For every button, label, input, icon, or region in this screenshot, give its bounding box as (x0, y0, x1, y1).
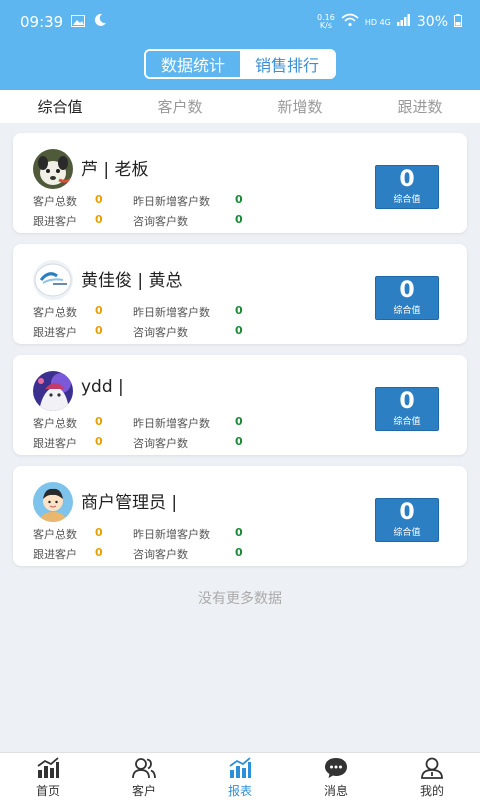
ranking-card[interactable]: 黄佳俊 | 黄总 客户总数 0 昨日新增客户数 0 跟进客户 0 咨询客户数 0… (13, 244, 467, 344)
member-name: ydd | (81, 377, 124, 397)
new-yesterday-value: 0 (235, 526, 243, 539)
status-time: 09:39 (20, 13, 64, 31)
sort-tab-follow-up[interactable]: 跟进数 (360, 90, 480, 123)
tab-sales-ranking[interactable]: 销售排行 (240, 51, 334, 77)
follow-up-value: 0 (95, 435, 103, 448)
sort-tab-customers[interactable]: 客户数 (120, 90, 240, 123)
nav-messages[interactable]: 消息 (288, 753, 384, 800)
ranking-card[interactable]: ydd | 客户总数 0 昨日新增客户数 0 跟进客户 0 咨询客户数 0 0 … (13, 355, 467, 455)
member-name: 芦 | 老板 (81, 160, 149, 180)
customers-icon (132, 757, 156, 778)
sort-tab-composite[interactable]: 综合值 (0, 90, 120, 123)
network-speed: 0.16 K/s (317, 13, 335, 30)
bar-chart-icon (37, 756, 59, 778)
nav-profile[interactable]: 我的 (384, 753, 480, 800)
follow-up-value: 0 (95, 546, 103, 559)
total-customers-value: 0 (95, 193, 103, 206)
new-yesterday-value: 0 (235, 415, 243, 428)
inquiry-value: 0 (235, 546, 243, 559)
member-name: 商户管理员 | (81, 493, 178, 513)
composite-score-badge: 0 综合值 (375, 387, 439, 431)
follow-up-value: 0 (95, 213, 103, 226)
logo-avatar (33, 260, 73, 300)
inquiry-value: 0 (235, 324, 243, 337)
inquiry-value: 0 (235, 213, 243, 226)
tab-data-statistics[interactable]: 数据统计 (146, 51, 240, 77)
header-segmented-control: 数据统计 销售排行 (144, 49, 336, 79)
inquiry-value: 0 (235, 435, 243, 448)
message-icon (325, 757, 347, 778)
sort-tab-new[interactable]: 新增数 (240, 90, 360, 123)
no-more-data-text: 没有更多数据 (198, 591, 282, 607)
nav-customers[interactable]: 客户 (96, 753, 192, 800)
follow-up-value: 0 (95, 324, 103, 337)
member-name: 黄佳俊 | 黄总 (81, 271, 183, 291)
ranking-list: 芦 | 老板 客户总数 0 昨日新增客户数 0 跟进客户 0 咨询客户数 0 0… (13, 133, 467, 577)
ranking-card[interactable]: 芦 | 老板 客户总数 0 昨日新增客户数 0 跟进客户 0 咨询客户数 0 0… (13, 133, 467, 233)
moon-icon (93, 13, 107, 31)
signal-icon (396, 14, 411, 30)
report-icon (229, 756, 251, 778)
new-yesterday-value: 0 (235, 304, 243, 317)
total-customers-value: 0 (95, 304, 103, 317)
nav-report[interactable]: 报表 (192, 753, 288, 800)
new-yesterday-value: 0 (235, 193, 243, 206)
bottom-navigation: 首页 客户 报表 消息 我的 (0, 752, 480, 800)
composite-score-badge: 0 综合值 (375, 276, 439, 320)
profile-icon (421, 757, 443, 779)
image-notification-icon (71, 13, 86, 31)
anime-avatar (33, 371, 73, 411)
total-customers-value: 0 (95, 526, 103, 539)
ranking-card[interactable]: 商户管理员 | 客户总数 0 昨日新增客户数 0 跟进客户 0 咨询客户数 0 … (13, 466, 467, 566)
composite-score-badge: 0 综合值 (375, 498, 439, 542)
composite-score-badge: 0 综合值 (375, 165, 439, 209)
battery-icon (454, 13, 462, 31)
app-header: 09:39 0.16 K/s HD 4G 30% 数据统计 销售排行 (0, 0, 480, 90)
dog-avatar (33, 149, 73, 189)
nav-home[interactable]: 首页 (0, 753, 96, 800)
sort-tabs: 综合值 客户数 新增数 跟进数 (0, 90, 480, 123)
status-bar: 09:39 0.16 K/s HD 4G 30% (0, 0, 480, 44)
battery-level: 30% (416, 14, 448, 30)
network-type: HD 4G (364, 17, 391, 27)
total-customers-value: 0 (95, 415, 103, 428)
cartoon-person-avatar (33, 482, 73, 522)
wifi-icon (341, 13, 359, 31)
